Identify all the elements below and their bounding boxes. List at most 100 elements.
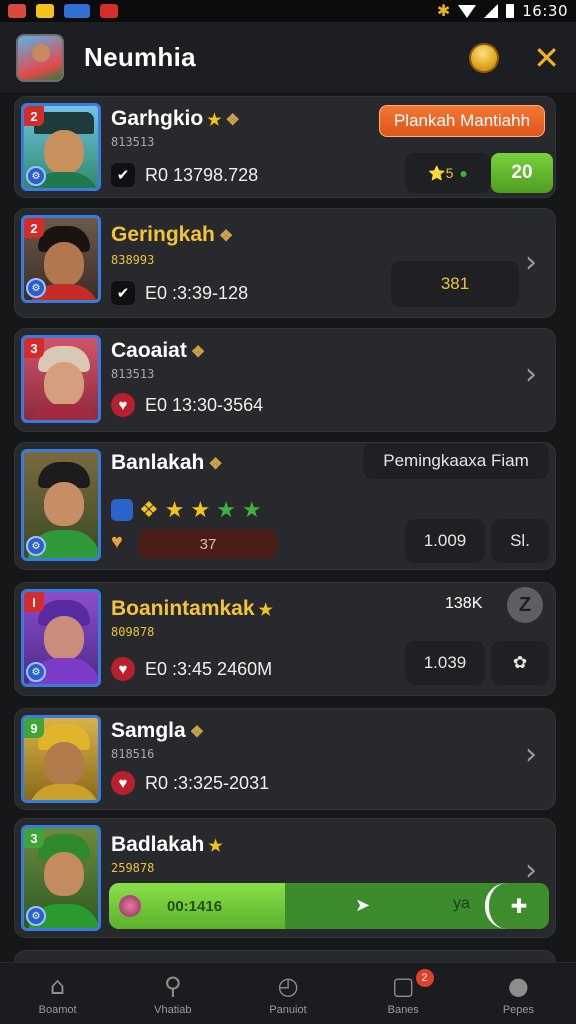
player-name: Caoaiat ❖ <box>111 339 206 362</box>
player-id: 259878 <box>111 861 155 875</box>
rank-badge: 3 <box>24 338 44 358</box>
nav-messages[interactable]: ▢ 2 Banes <box>346 963 461 1024</box>
star-icon: ★ <box>216 497 236 522</box>
clock-icon: ◴ <box>277 971 299 1000</box>
gem-icon: ❖ <box>190 344 206 361</box>
player-stat: ♥ E0 :3:45 2460M <box>111 657 272 681</box>
rank-badge: 9 <box>24 718 44 738</box>
notification-app-icon <box>36 4 54 18</box>
player-name: Banlakah ❖ <box>111 451 223 474</box>
level-icon: ⚙ <box>26 536 46 556</box>
app-header: Neumhia ✕ <box>0 22 576 94</box>
close-icon[interactable]: ✕ <box>533 42 560 74</box>
check-icon: ✔ <box>111 281 135 305</box>
nav-home[interactable]: ⌂ Boamot <box>0 963 115 1024</box>
leaf-icon: ● <box>459 165 468 181</box>
play-icon: ➤ <box>355 895 371 915</box>
page-title: Neumhia <box>84 42 196 72</box>
gift-icon[interactable]: ✿ <box>491 641 549 685</box>
rank-badge: 3 <box>24 828 44 848</box>
signal-icon <box>484 4 499 18</box>
plus-icon[interactable]: ✚ <box>485 883 549 929</box>
level-icon: ⚙ <box>26 906 46 926</box>
action-button[interactable]: Plankah Mantiahh <box>379 105 545 137</box>
level-icon: ⚙ <box>26 278 46 298</box>
list-item[interactable]: 2 ⚙ Geringkah ❖ 838993 ✔ E0 :3:39-128 381 … <box>14 208 556 318</box>
list-item[interactable]: 3 Caoaiat ❖ 813513 ♥ E0 13:30-3564 › <box>14 328 556 432</box>
bottom-navigation: ⌂ Boamot ⚲ Vhatiab ◴ Panuiot ▢ 2 Banes ●… <box>0 962 576 1024</box>
star-icon: ★ <box>164 497 185 522</box>
badge-z[interactable]: Z <box>507 587 543 623</box>
heart-icon: ♥ <box>111 531 123 553</box>
player-name: Geringkah ❖ <box>111 223 234 246</box>
chevron-right-icon[interactable]: › <box>525 245 537 280</box>
player-id: 818516 <box>111 747 155 761</box>
player-name: Badlakah ★ <box>111 833 223 856</box>
progress-label: 00:1416 <box>167 897 223 915</box>
player-name: Samgla ❖ <box>111 719 205 742</box>
progress-bar[interactable]: 00:1416 ➤ ya ✚ <box>109 883 549 929</box>
player-portrait: 2 ⚙ <box>21 215 101 303</box>
leaderboard-list[interactable]: 2 ⚙ Garhgkio ★ ❖ 813513 ✔ R0 13798.728 Plan… <box>0 96 576 962</box>
gem-icon <box>119 895 141 917</box>
list-item[interactable]: I ⚙ Boanintamkak ★ 809878 ♥ E0 :3:45 2460M… <box>14 582 556 696</box>
brightness-icon: ✱ <box>436 3 451 20</box>
shield-icon <box>111 499 133 521</box>
player-stat: ♥ R0 :3:325-2031 <box>111 771 269 795</box>
list-item[interactable]: 9 Samgla ❖ 818516 ♥ R0 :3:325-2031 › <box>14 708 556 810</box>
star-icon: ★ <box>258 602 273 619</box>
mini-stat: ⭐5 ● <box>405 153 491 193</box>
gem-icon: ❖ <box>189 724 205 741</box>
player-portrait: 3 ⚙ <box>21 825 101 931</box>
status-time: 16:30 <box>522 2 568 20</box>
chevron-right-icon[interactable]: › <box>525 357 537 392</box>
list-item[interactable]: 3 ⚙ Badlakah ★ 259878 › 00:1416 ➤ ya ✚ <box>14 818 556 938</box>
player-id: 838993 <box>111 253 155 267</box>
player-portrait: 2 ⚙ <box>21 103 101 191</box>
nav-search[interactable]: ⚲ Vhatiab <box>115 963 230 1024</box>
player-portrait: I ⚙ <box>21 589 101 687</box>
battery-icon <box>506 4 515 18</box>
heart-icon: ♥ <box>111 771 135 795</box>
nav-profile[interactable]: ● Pepes <box>461 963 576 1024</box>
list-item[interactable]: 2 ⚙ Garhgkio ★ ❖ 813513 ✔ R0 13798.728 Plan… <box>14 96 556 198</box>
score-value: 381 <box>391 261 519 307</box>
search-icon: ⚲ <box>164 971 182 1000</box>
list-item[interactable] <box>14 950 556 962</box>
gem-icon: ❖ <box>225 112 240 129</box>
list-item[interactable]: ⚙ Banlakah ❖ Pemingkaaxa Fiam ❖ ★ ★ ★ ★ ♥… <box>14 442 556 570</box>
score-label: 138K <box>445 595 483 612</box>
heart-icon: ♥ <box>111 393 135 417</box>
score-value: 1.009 <box>405 519 485 563</box>
star-icon: ★ <box>190 497 211 522</box>
star-icon: ★ <box>241 497 262 522</box>
player-id: 809878 <box>111 625 155 639</box>
player-portrait: 9 <box>21 715 101 803</box>
coin-icon[interactable] <box>464 38 504 77</box>
health-bar: 37 <box>139 529 277 559</box>
side-button[interactable]: Sl. <box>491 519 549 563</box>
notification-app-icon <box>64 4 90 18</box>
gem-icon: ❖ <box>218 228 234 245</box>
app-avatar[interactable] <box>16 33 64 82</box>
wifi-icon <box>458 4 477 18</box>
chevron-right-icon[interactable]: › <box>525 737 537 772</box>
player-tagline: Pemingkaaxa Fiam <box>363 443 549 479</box>
player-stat: ✔ R0 13798.728 <box>111 163 258 187</box>
progress-end: ya <box>453 895 470 912</box>
status-bar: ✱ 16:30 <box>0 0 576 22</box>
count-button[interactable]: 20 <box>491 153 553 193</box>
notification-badge: 2 <box>415 969 434 987</box>
notification-app-icon <box>8 4 26 18</box>
heart-icon: ♥ <box>111 657 135 681</box>
star-icon: ★ <box>207 112 222 129</box>
star-rating: ❖ ★ ★ ★ ★ <box>111 497 262 523</box>
notification-app-icon <box>100 4 118 18</box>
player-name: Garhgkio ★ ❖ <box>111 107 240 130</box>
nav-history[interactable]: ◴ Panuiot <box>230 963 345 1024</box>
level-icon: ⚙ <box>26 662 46 682</box>
player-name: Boanintamkak ★ <box>111 597 273 620</box>
player-portrait: 3 <box>21 335 101 423</box>
chat-icon: ▢ <box>391 971 415 1000</box>
rank-badge: 2 <box>24 106 44 126</box>
